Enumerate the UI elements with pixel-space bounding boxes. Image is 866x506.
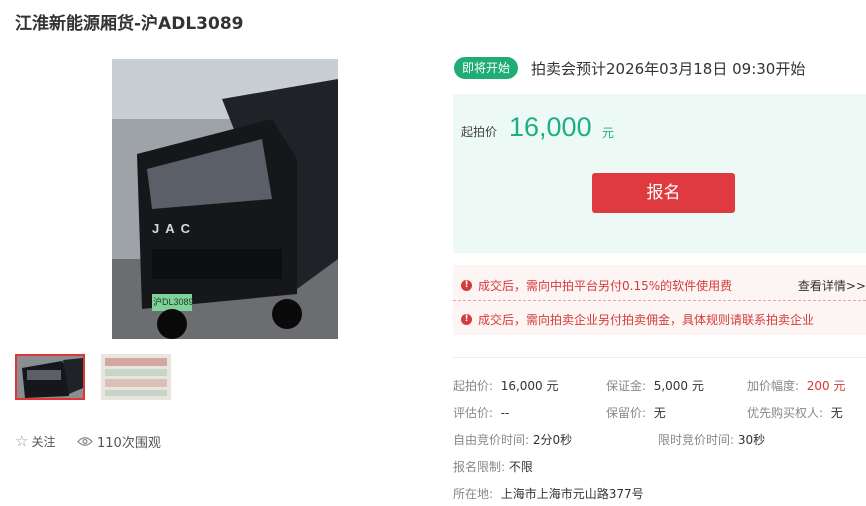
thumbnail-photo-2[interactable] — [101, 354, 171, 400]
thumbnail-photo-1[interactable] — [15, 354, 85, 400]
detail-start-price: 起拍价: 16,000 元 — [453, 379, 559, 393]
alert-icon: ! — [461, 314, 472, 325]
status-badge: 即将开始 — [454, 57, 519, 79]
see-details-link[interactable]: 查看详情>> — [798, 277, 866, 294]
notice-divider — [453, 300, 866, 301]
page-title: 江淮新能源厢货-沪ADL3089 — [15, 14, 244, 34]
start-price-value: 16,000 — [509, 112, 592, 142]
notice-text-commission: 成交后，需向拍卖企业另付拍卖佣金，具体规则请联系拍卖企业 — [478, 313, 815, 327]
detail-limit-bid-time: 限时竞价时间: 30秒 — [658, 433, 766, 447]
view-count-label: 110次围观 — [97, 436, 161, 451]
license-plate: 沪DL3089 — [153, 297, 194, 307]
detail-increment: 加价幅度: 200 元 — [747, 379, 846, 393]
notice-text-platform-fee: 成交后，需向中拍平台另付0.15%的软件使用费 — [478, 279, 733, 293]
detail-deposit: 保证金: 5,000 元 — [606, 379, 704, 393]
follow-button[interactable]: ☆ 关注 — [15, 432, 55, 450]
detail-appraisal: 评估价: -- — [453, 406, 510, 420]
detail-priority: 优先购买权人: 无 — [747, 406, 843, 420]
auction-start-time: 拍卖会预计2026年03月18日 09:30开始 — [531, 60, 806, 78]
detail-location: 所在地: 上海市上海市元山路377号 — [453, 487, 644, 501]
start-price-label: 起拍价 — [461, 125, 498, 139]
view-count: 110次围观 — [77, 432, 161, 451]
detail-free-bid-time: 自由竞价时间: 2分0秒 — [453, 433, 573, 447]
star-icon: ☆ — [15, 432, 29, 450]
alert-icon: ! — [461, 280, 472, 291]
detail-signup-limit: 报名限制: 不限 — [453, 460, 533, 474]
signup-button[interactable]: 报名 — [592, 173, 735, 213]
detail-reserve: 保留价: 无 — [606, 406, 666, 420]
start-price-unit: 元 — [602, 126, 615, 140]
fee-notice: ! 成交后，需向中拍平台另付0.15%的软件使用费 查看详情>> ! 成交后，需… — [453, 265, 866, 335]
follow-label: 关注 — [31, 434, 56, 449]
notice-row-platform-fee: ! 成交后，需向中拍平台另付0.15%的软件使用费 — [461, 277, 732, 294]
price-panel: 起拍价 16,000 元 报名 — [453, 94, 866, 253]
truck-brand-logo: JAC — [152, 221, 197, 236]
eye-icon — [77, 437, 93, 446]
main-vehicle-photo[interactable]: JAC 沪DL3089 — [112, 59, 338, 339]
notice-row-commission: ! 成交后，需向拍卖企业另付拍卖佣金，具体规则请联系拍卖企业 — [461, 311, 814, 328]
section-divider — [453, 357, 866, 358]
